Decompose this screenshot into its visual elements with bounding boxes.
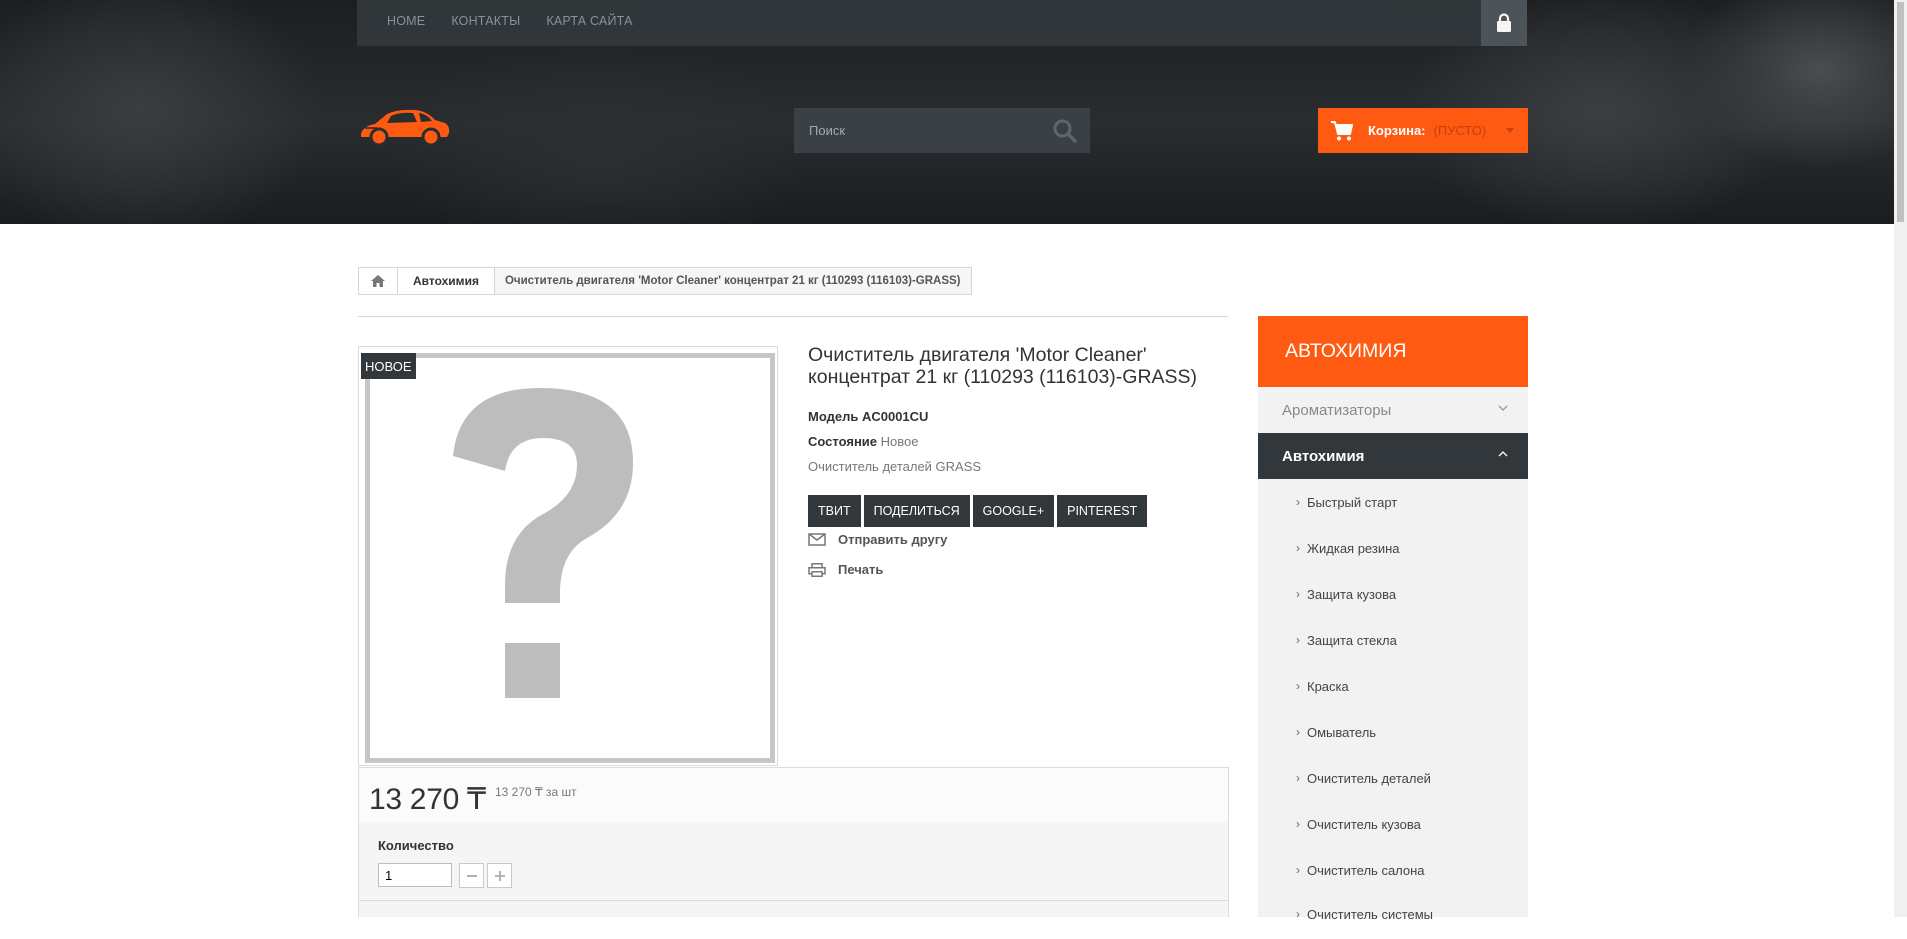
nav-sitemap-link[interactable]: КАРТА САЙТА — [546, 14, 632, 28]
price-block: 13 270 ₸ 13 270 ₸ за шт — [358, 767, 1229, 824]
send-to-friend-label: Отправить другу — [838, 532, 948, 547]
send-to-friend-link[interactable]: Отправить другу — [808, 532, 947, 547]
condition-value: Новое — [880, 434, 919, 449]
chevron-right-icon: › — [1296, 725, 1300, 739]
sidebar-item-label: Ароматизаторы — [1282, 401, 1392, 419]
quantity-decrease-button[interactable] — [459, 863, 484, 888]
sidebar-subitem-label: Защита кузова — [1307, 586, 1397, 602]
sidebar-subitem-label: Очиститель деталей — [1307, 770, 1431, 786]
share-facebook-button[interactable]: ПОДЕЛИТЬСЯ — [863, 495, 970, 527]
sidebar-subitem-label: Очиститель салона — [1307, 862, 1425, 878]
pinterest-button[interactable]: PINTEREST — [1057, 495, 1148, 527]
sidebar-subitem[interactable]: › Жидкая резина — [1258, 525, 1528, 571]
question-mark-icon — [453, 388, 633, 698]
sidebar-title: АВТОХИМИЯ — [1258, 316, 1528, 387]
login-button[interactable] — [1481, 0, 1527, 46]
sidebar-subitem-label: Жидкая резина — [1307, 540, 1400, 556]
divider — [358, 316, 1228, 317]
sidebar-item-autochemistry[interactable]: Автохимия — [1258, 433, 1528, 479]
search-input[interactable] — [807, 122, 1041, 139]
sidebar-subitem[interactable]: › Очиститель кузова — [1258, 801, 1528, 847]
product-image[interactable]: НОВОЕ — [358, 346, 778, 766]
sidebar-subitem[interactable]: › Защита кузова — [1258, 571, 1528, 617]
sidebar-subitem[interactable]: › Краска — [1258, 663, 1528, 709]
nav-contacts-link[interactable]: КОНТАКТЫ — [451, 14, 520, 28]
print-label: Печать — [838, 562, 884, 577]
quantity-block: Количество — [358, 822, 1229, 917]
minus-icon — [466, 874, 477, 877]
printer-icon — [808, 562, 826, 577]
sidebar-subitem[interactable]: › Очиститель салона — [1258, 847, 1528, 893]
chevron-right-icon: › — [1296, 907, 1300, 921]
sidebar-item-aromatizers[interactable]: Ароматизаторы — [1258, 387, 1528, 433]
site-header: HOME КОНТАКТЫ КАРТА САЙТА Поиск Корзина:… — [0, 0, 1894, 224]
chevron-right-icon: › — [1296, 495, 1300, 509]
top-bar: HOME КОНТАКТЫ КАРТА САЙТА — [357, 0, 1527, 46]
unit-price: 13 270 ₸ за шт — [495, 785, 577, 799]
chevron-right-icon: › — [1296, 587, 1300, 601]
sidebar-subitem[interactable]: › Защита стекла — [1258, 617, 1528, 663]
sidebar-subitem-label: Очиститель системы — [1307, 907, 1434, 922]
caret-down-icon — [1506, 128, 1514, 133]
sidebar-subitem[interactable]: › Очиститель деталей — [1258, 755, 1528, 801]
new-badge: НОВОЕ — [361, 353, 416, 379]
model-label: Модель — [808, 409, 859, 424]
chevron-right-icon: › — [1296, 817, 1300, 831]
product-description: Очиститель деталей GRASS — [808, 459, 982, 474]
top-nav: HOME КОНТАКТЫ КАРТА САЙТА — [387, 14, 633, 28]
chevron-right-icon: › — [1296, 541, 1300, 555]
envelope-icon — [808, 533, 826, 546]
search-icon[interactable] — [1052, 118, 1078, 144]
cart-status: (ПУСТО) — [1433, 123, 1487, 138]
chevron-down-icon — [1498, 405, 1508, 411]
sidebar-subitem[interactable]: › Омыватель — [1258, 709, 1528, 755]
breadcrumb-current: Очиститель двигателя 'Motor Cleaner' кон… — [494, 268, 971, 294]
page-scrollbar[interactable] — [1894, 0, 1907, 917]
home-icon — [371, 275, 385, 287]
lock-icon — [1497, 13, 1511, 32]
quantity-input[interactable] — [378, 863, 452, 887]
cart-button[interactable]: Корзина: (ПУСТО) — [1318, 108, 1528, 153]
sidebar-subitem-label: Быстрый старт — [1307, 494, 1398, 510]
breadcrumb-category[interactable]: Автохимия — [398, 268, 495, 294]
search-box — [794, 108, 1090, 153]
chevron-up-icon — [1498, 451, 1508, 457]
sidebar-subitem-label: Краска — [1307, 678, 1349, 694]
sidebar-subcategory-list: › Быстрый старт › Жидкая резина › Защита ку… — [1258, 479, 1528, 922]
quantity-label: Количество — [378, 838, 454, 853]
site-logo[interactable] — [357, 104, 451, 150]
chevron-right-icon: › — [1296, 863, 1300, 877]
model-value: AC0001CU — [861, 409, 929, 424]
sidebar-item-label: Автохимия — [1282, 447, 1365, 465]
tweet-button[interactable]: ТВИТ — [808, 495, 861, 527]
product-title: Очиститель двигателя 'Motor Cleaner' кон… — [808, 344, 1198, 388]
google-plus-button[interactable]: GOOGLE+ — [972, 495, 1055, 527]
chevron-right-icon: › — [1296, 633, 1300, 647]
breadcrumb-home[interactable] — [359, 268, 398, 294]
sidebar-subitem[interactable]: › Очиститель системы — [1258, 893, 1528, 939]
breadcrumb: Автохимия Очиститель двигателя 'Motor Cl… — [358, 267, 972, 295]
divider — [359, 900, 1228, 901]
scrollbar-thumb[interactable] — [1897, 2, 1904, 222]
product-model: Модель AC0001CU — [808, 409, 928, 424]
plus-icon — [494, 870, 505, 881]
chevron-right-icon: › — [1296, 679, 1300, 693]
cart-icon — [1331, 120, 1353, 140]
sidebar-subitem-label: Защита стекла — [1307, 632, 1397, 648]
sidebar-subitem-label: Омыватель — [1307, 724, 1377, 740]
product-price: 13 270 ₸ — [369, 783, 486, 816]
nav-home-link[interactable]: HOME — [387, 14, 425, 28]
share-buttons: ТВИТ ПОДЕЛИТЬСЯ GOOGLE+ PINTEREST — [808, 495, 1148, 527]
print-link[interactable]: Печать — [808, 562, 883, 577]
chevron-right-icon: › — [1296, 771, 1300, 785]
sidebar-subitem-label: Очиститель кузова — [1307, 816, 1421, 832]
quantity-increase-button[interactable] — [487, 863, 512, 888]
image-placeholder — [365, 353, 775, 763]
sidebar-subitem[interactable]: › Быстрый старт — [1258, 479, 1528, 525]
cart-label: Корзина: — [1368, 123, 1426, 138]
condition-label: Состояние — [808, 434, 878, 449]
product-condition: Состояние Новое — [808, 434, 918, 449]
